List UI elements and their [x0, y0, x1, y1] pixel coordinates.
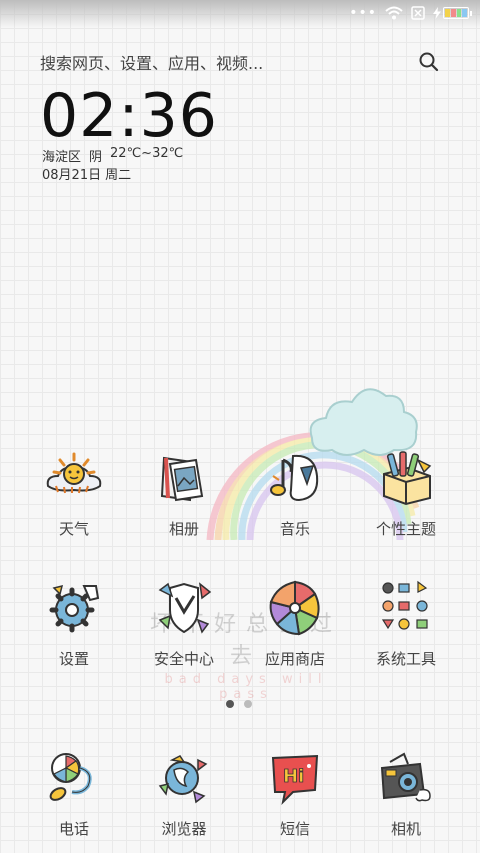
app-store-pinwheel-icon: [269, 580, 320, 636]
app-label: 安全中心: [153, 650, 214, 668]
system-tools-grid-icon: [381, 580, 428, 630]
camera-icon: [380, 752, 431, 802]
app-label: 相册: [168, 520, 199, 538]
app-label: 电话: [58, 820, 89, 838]
wifi-icon: [385, 6, 403, 20]
dock-messages[interactable]: Hi 短信: [240, 746, 350, 838]
browser-icon: [158, 755, 208, 804]
charging-bolt-icon: [433, 7, 441, 19]
app-weather[interactable]: 天气: [19, 446, 129, 538]
clock-time[interactable]: 02:36: [40, 84, 218, 148]
app-gallery[interactable]: 相册: [129, 446, 239, 538]
app-music[interactable]: 音乐: [240, 446, 350, 538]
status-icons: •••: [349, 5, 472, 21]
weather-line[interactable]: 海淀区 阴 22℃~32℃: [42, 146, 183, 165]
page-dot[interactable]: [244, 700, 252, 708]
weather-temperature: 22℃~32℃: [110, 146, 184, 161]
page-dot-active[interactable]: [226, 700, 234, 708]
battery-icon: [433, 7, 472, 19]
no-sim-icon: [411, 6, 425, 20]
search-icon[interactable]: [418, 51, 440, 73]
dock-phone[interactable]: 电话: [19, 746, 129, 838]
watermark-en: bad days will pass: [164, 672, 328, 702]
app-label: 个性主题: [375, 520, 436, 538]
security-shield-icon: [158, 582, 212, 634]
weather-sun-cloud-icon: [46, 452, 102, 494]
search-bar[interactable]: 搜索网页、设置、应用、视频...: [40, 50, 440, 74]
app-label: 系统工具: [375, 650, 436, 668]
date-text: 08月21日: [42, 168, 102, 183]
app-label: 音乐: [279, 520, 310, 538]
page-indicator[interactable]: [226, 700, 252, 708]
phone-icon: [49, 753, 92, 801]
music-note-icon: [270, 454, 319, 502]
theme-paint-box-icon: [383, 451, 432, 506]
svg-text:Hi: Hi: [283, 766, 304, 787]
app-settings[interactable]: 设置: [19, 576, 129, 668]
app-label: 短信: [279, 820, 310, 838]
app-label: 浏览器: [161, 820, 207, 838]
weekday-text: 周二: [105, 168, 132, 183]
photo-album-icon: [160, 456, 204, 502]
weather-condition: 阴: [89, 150, 103, 165]
app-label: 应用商店: [264, 650, 325, 668]
status-bar: •••: [0, 0, 480, 28]
app-label: 天气: [58, 520, 89, 538]
search-placeholder[interactable]: 搜索网页、设置、应用、视频...: [40, 50, 263, 74]
app-label: 设置: [58, 650, 89, 668]
app-themes[interactable]: 个性主题: [351, 446, 461, 538]
app-store[interactable]: 应用商店: [240, 576, 350, 668]
dock-browser[interactable]: 浏览器: [129, 746, 239, 838]
weather-location: 海淀区: [42, 150, 82, 165]
settings-gear-icon: [49, 584, 100, 633]
more-dots-icon: •••: [349, 5, 377, 21]
app-security[interactable]: 安全中心: [129, 576, 239, 668]
dock-camera[interactable]: 相机: [351, 746, 461, 838]
sms-hi-bubble-icon: Hi: [271, 754, 319, 806]
app-system-tools[interactable]: 系统工具: [351, 576, 461, 668]
app-label: 相机: [390, 820, 421, 838]
date-line: 08月21日 周二: [42, 164, 131, 183]
